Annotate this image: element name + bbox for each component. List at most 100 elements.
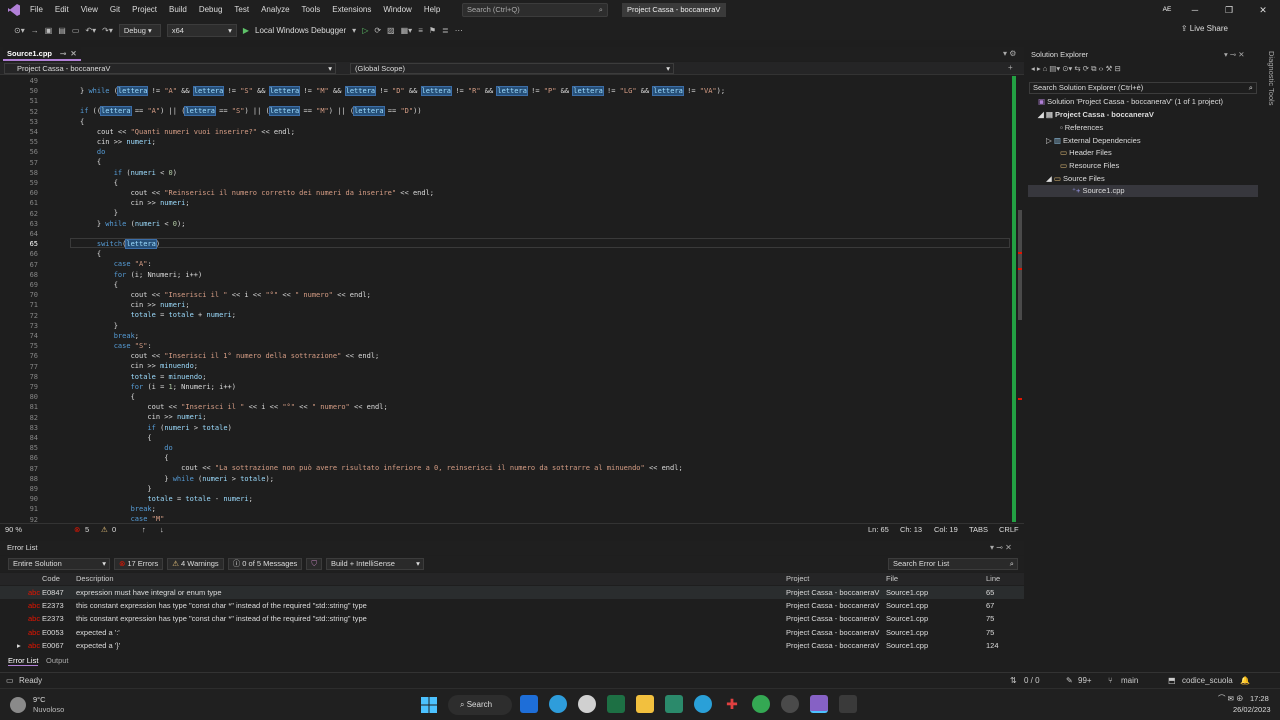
- menu-extensions[interactable]: Extensions: [326, 0, 377, 20]
- menu-test[interactable]: Test: [228, 0, 255, 20]
- close-tab-icon[interactable]: ✕: [70, 49, 76, 58]
- run-icon[interactable]: ▶: [243, 26, 249, 35]
- search-input[interactable]: Search (Ctrl+Q) ⌕: [462, 3, 608, 17]
- excel-icon[interactable]: [607, 695, 625, 713]
- menu-help[interactable]: Help: [418, 0, 446, 20]
- tree-header-files[interactable]: ▭ Header Files: [1060, 147, 1112, 159]
- start-without-debug-icon[interactable]: ▷: [362, 26, 368, 35]
- app-icon[interactable]: [781, 695, 799, 713]
- header-file[interactable]: File: [886, 574, 898, 583]
- header-project[interactable]: Project: [786, 574, 809, 583]
- header-code[interactable]: Code: [42, 574, 60, 583]
- close-icon[interactable]: ✕: [1246, 0, 1280, 20]
- tree-references[interactable]: ▫ References: [1060, 122, 1103, 134]
- taskbar-search[interactable]: ⌕ Search: [448, 695, 512, 715]
- back-icon[interactable]: ⊙▾: [14, 26, 25, 35]
- menu-build[interactable]: Build: [163, 0, 193, 20]
- visual-studio-taskbar-icon[interactable]: [810, 695, 828, 713]
- avatar[interactable]: AE: [1160, 4, 1174, 16]
- tree-source1-cpp[interactable]: ⁺+ Source1.cpp: [1028, 185, 1258, 197]
- editor-error-count[interactable]: 5: [85, 525, 89, 534]
- diagnostic-tools-tab[interactable]: Diagnostic Tools: [1265, 51, 1277, 105]
- config-dropdown[interactable]: Debug ▾: [118, 23, 161, 37]
- project-dropdown[interactable]: Project Cassa - boccaneraV ▾: [4, 63, 336, 74]
- menu-analyze[interactable]: Analyze: [255, 0, 295, 20]
- app-icon[interactable]: ✚: [723, 695, 741, 713]
- clock-time[interactable]: 17:28: [1250, 694, 1269, 703]
- tree-source-files[interactable]: ◢ ▭ Source Files: [1046, 173, 1105, 185]
- pin-icon[interactable]: ⊸: [60, 49, 66, 58]
- split-editor-icon[interactable]: +: [1008, 63, 1013, 72]
- tab-output[interactable]: Output: [46, 656, 69, 665]
- platform-dropdown[interactable]: x64 ▾: [166, 23, 237, 37]
- tree-solution[interactable]: ▣ Solution 'Project Cassa - boccaneraV' …: [1038, 96, 1223, 108]
- build-filter-dropdown[interactable]: Build + IntelliSense ▾: [325, 558, 424, 570]
- run-button[interactable]: Local Windows Debugger: [255, 26, 346, 35]
- save-icon[interactable]: ▭: [72, 26, 80, 35]
- error-row[interactable]: abc E0053 expected a ':' Project Cassa -…: [0, 626, 1024, 639]
- forward-icon[interactable]: →: [31, 26, 39, 35]
- tree-project[interactable]: ◢ ▤ Project Cassa - boccaneraV: [1038, 109, 1154, 121]
- telegram-icon[interactable]: [694, 695, 712, 713]
- file-explorer-icon[interactable]: [636, 695, 654, 713]
- app-icon[interactable]: [839, 695, 857, 713]
- windows-start-icon[interactable]: [421, 697, 437, 715]
- tab-overflow-icon[interactable]: ▾ ⚙: [1003, 49, 1016, 58]
- branch-name[interactable]: main: [1121, 676, 1138, 685]
- git-counts[interactable]: 0 / 0: [1024, 676, 1040, 685]
- code-editor[interactable]: 49 50 51 52 53 54 55 56 57 58 59 60 61 62 63 64 65 66 67 68…: [0, 76, 1010, 522]
- tab-source1-cpp[interactable]: Source1.cpp ⊸ ✕: [3, 47, 81, 61]
- minimize-icon[interactable]: ─: [1178, 0, 1212, 20]
- layout-icon[interactable]: ▦▾: [401, 26, 413, 35]
- menu-file[interactable]: File: [24, 0, 49, 20]
- run-dropdown-icon[interactable]: ▾: [352, 26, 356, 35]
- bookmark-icon[interactable]: ⚑: [429, 26, 436, 35]
- live-share-button[interactable]: ⇪ Live Share: [1181, 24, 1228, 33]
- error-row[interactable]: ▸ abc E0067 expected a '}' Project Cassa…: [0, 639, 1024, 652]
- error-row[interactable]: abc E2373 this constant expression has t…: [0, 599, 1024, 612]
- new-file-icon[interactable]: ▣: [45, 26, 53, 35]
- warnings-filter-button[interactable]: ⚠ 4 Warnings: [167, 558, 224, 570]
- solution-search-input[interactable]: Search Solution Explorer (Ctrl+è) ⌕: [1029, 82, 1257, 94]
- scrollbar-thumb[interactable]: [1018, 210, 1022, 320]
- open-folder-icon[interactable]: ▤: [58, 26, 66, 35]
- menu-debug[interactable]: Debug: [193, 0, 229, 20]
- repo-name[interactable]: codice_scuola: [1182, 676, 1233, 685]
- menu-project[interactable]: Project: [126, 0, 163, 20]
- header-line[interactable]: Line: [986, 574, 1000, 583]
- nav-up-icon[interactable]: ↑: [142, 525, 146, 534]
- screenshot-icon[interactable]: ▨: [387, 26, 395, 35]
- menu-tools[interactable]: Tools: [296, 0, 327, 20]
- editor-warning-count[interactable]: 0: [112, 525, 116, 534]
- panel-controls-icon[interactable]: ▾ ⊸ ✕: [1224, 49, 1245, 61]
- error-row[interactable]: abc E2373 this constant expression has t…: [0, 612, 1024, 625]
- errors-filter-button[interactable]: ⊗ 17 Errors: [114, 558, 164, 570]
- overflow-icon[interactable]: ⋯: [455, 26, 463, 35]
- filter-icon[interactable]: ⛉: [306, 558, 322, 570]
- indent-mode[interactable]: TABS: [969, 525, 988, 534]
- tree-external-dependencies[interactable]: ▷ ▥ External Dependencies: [1046, 135, 1141, 147]
- tree-resource-files[interactable]: ▭ Resource Files: [1060, 160, 1119, 172]
- messages-filter-button[interactable]: ⓘ 0 of 5 Messages: [227, 558, 303, 570]
- scope-filter-dropdown[interactable]: Entire Solution ▾: [8, 558, 110, 570]
- hot-reload-icon[interactable]: ⟳: [374, 26, 381, 35]
- weather-temp[interactable]: 9°C: [33, 695, 46, 704]
- nav-down-icon[interactable]: ↓: [160, 525, 164, 534]
- panel-controls-icon[interactable]: ▾ ⊸ ✕: [990, 543, 1012, 552]
- error-row[interactable]: abc E0847 expression must have integral …: [0, 586, 1024, 599]
- solution-toolbar-icons[interactable]: ◂ ▸ ⌂ ▤▾ ⊙▾ ⇆ ⟳ ⧉ ‹› ⚒ ⊟: [1031, 63, 1121, 75]
- tray-icons[interactable]: ⌒ ✉ ⊕: [1218, 693, 1243, 704]
- redo-icon[interactable]: ↷▾: [102, 26, 113, 35]
- restore-icon[interactable]: ❐: [1212, 0, 1246, 20]
- app-icon[interactable]: [578, 695, 596, 713]
- tab-error-list[interactable]: Error List: [8, 656, 39, 666]
- error-search-input[interactable]: Search Error List ⌕: [888, 558, 1018, 570]
- undo-icon[interactable]: ↶▾: [85, 26, 96, 35]
- scope-dropdown[interactable]: (Global Scope) ▾: [350, 63, 674, 74]
- line-ending[interactable]: CRLF: [999, 525, 1019, 534]
- zoom-level[interactable]: 90 %: [5, 525, 22, 534]
- menu-window[interactable]: Window: [377, 0, 417, 20]
- clock-date[interactable]: 26/02/2023: [1233, 705, 1271, 714]
- menu-edit[interactable]: Edit: [49, 0, 75, 20]
- header-description[interactable]: Description: [76, 574, 114, 583]
